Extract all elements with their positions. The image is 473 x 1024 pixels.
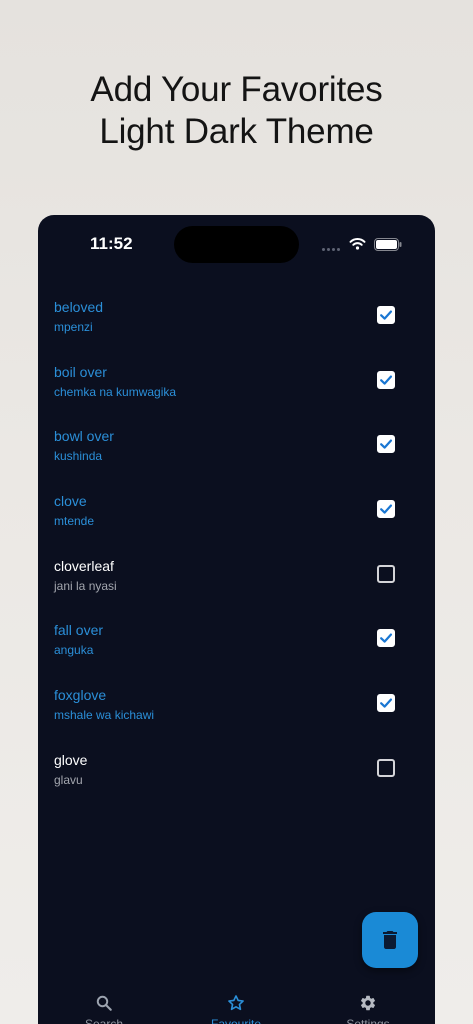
- favorite-word: fall over: [54, 622, 104, 639]
- favorite-translation: chemka na kumwagika: [54, 384, 177, 399]
- list-item[interactable]: boil over chemka na kumwagika: [54, 360, 419, 408]
- list-item[interactable]: foxglove mshale wa kichawi: [54, 683, 419, 731]
- search-icon: [95, 994, 113, 1012]
- favorite-translation: kushinda: [54, 449, 103, 464]
- bottom-tab-bar: Search Favourite Settings: [38, 990, 434, 1024]
- signal-dots-icon: [322, 248, 342, 251]
- list-item[interactable]: bowl over kushinda: [54, 424, 419, 472]
- tab-search[interactable]: Search: [38, 990, 170, 1024]
- favorite-checkbox[interactable]: [377, 435, 395, 454]
- dynamic-island: [174, 226, 299, 263]
- list-item[interactable]: beloved mpenzi: [54, 295, 419, 343]
- promo-headline: Add Your Favorites Light Dark Theme: [0, 69, 473, 153]
- promo-screen: Add Your Favorites Light Dark Theme 11:5…: [0, 0, 473, 1024]
- favorite-word: beloved: [54, 299, 104, 315]
- list-item[interactable]: clove mtende: [54, 489, 419, 537]
- favorite-checkbox[interactable]: [377, 306, 395, 324]
- tab-label: Search: [84, 1017, 124, 1024]
- status-time: 11:52: [90, 234, 133, 253]
- favorite-translation: mpenzi: [54, 320, 93, 334]
- favorite-checkbox[interactable]: [377, 629, 395, 648]
- star-icon: [227, 994, 245, 1012]
- favorite-translation: mtende: [54, 514, 95, 529]
- favorite-word: boil over: [54, 363, 107, 380]
- favorites-list: beloved mpenzi boil over chemka na kumwa…: [54, 295, 419, 813]
- favorite-word: foxglove: [54, 687, 107, 704]
- favorite-word: clove: [54, 493, 87, 510]
- list-item[interactable]: fall over anguka: [54, 618, 419, 666]
- battery-icon: [374, 238, 402, 251]
- favorite-translation: jani la nyasi: [54, 578, 117, 593]
- gear-icon: [359, 994, 377, 1012]
- favorite-translation: glavu: [54, 772, 83, 787]
- favorite-translation: anguka: [54, 643, 94, 658]
- list-item[interactable]: glove glavu: [54, 748, 419, 796]
- tab-settings[interactable]: Settings: [302, 990, 434, 1024]
- delete-favorites-button[interactable]: [362, 912, 418, 968]
- headline-line-1: Add Your Favorites: [90, 70, 383, 109]
- tab-label: Settings: [346, 1017, 390, 1024]
- favorite-translation: mshale wa kichawi: [54, 708, 155, 723]
- favorite-checkbox[interactable]: [377, 564, 395, 583]
- list-item[interactable]: cloverleaf jani la nyasi: [54, 554, 419, 602]
- trash-icon: [378, 928, 402, 952]
- tab-label: Favourite: [210, 1017, 262, 1024]
- favorite-word: bowl over: [54, 428, 114, 445]
- favorite-checkbox[interactable]: [377, 694, 395, 713]
- favorite-checkbox[interactable]: [377, 758, 395, 777]
- tab-favourite[interactable]: Favourite: [170, 990, 302, 1024]
- phone-frame: 11:52 beloved mpenzi boil over chemka na…: [38, 215, 435, 1024]
- favorite-word: glove: [54, 751, 88, 768]
- favorite-checkbox[interactable]: [377, 500, 395, 519]
- favorite-word: cloverleaf: [54, 557, 114, 574]
- headline-line-2: Light Dark Theme: [99, 112, 374, 151]
- wifi-icon: [349, 237, 366, 250]
- favorite-checkbox[interactable]: [377, 370, 395, 389]
